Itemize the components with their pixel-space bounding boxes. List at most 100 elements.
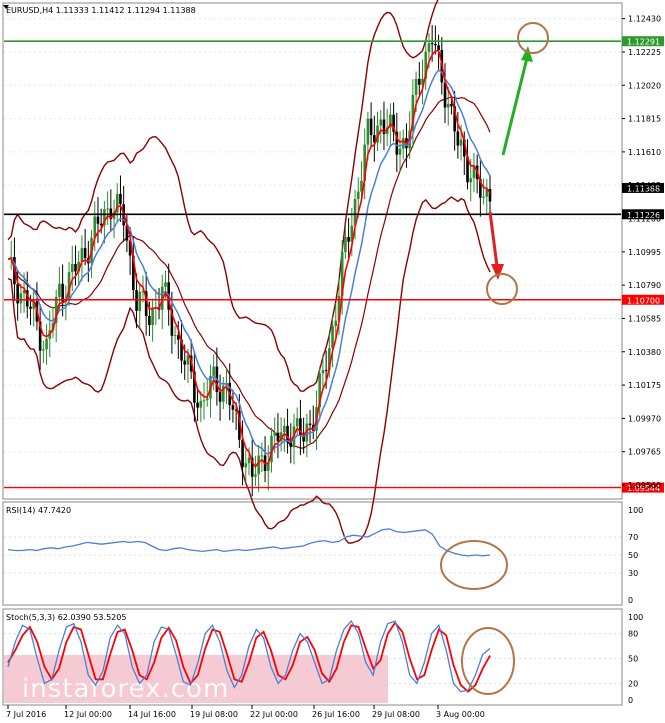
stoch-tick-label: 0 bbox=[628, 696, 633, 705]
time-tick-label: 22 Jul 00:00 bbox=[250, 710, 298, 719]
stoch-tick-label: 80 bbox=[628, 630, 638, 639]
candle-body bbox=[205, 398, 209, 401]
candle-body bbox=[456, 131, 460, 146]
candle-body bbox=[446, 103, 450, 108]
candle-body bbox=[324, 370, 328, 372]
price-tick-label: 1.09970 bbox=[628, 414, 661, 423]
price-axis: 1.12430 1.12225 1.12020 1.11815 1.11610 1.114… bbox=[622, 15, 661, 490]
candle-body bbox=[459, 139, 463, 146]
candle-body bbox=[430, 43, 434, 45]
candle-body bbox=[148, 316, 151, 326]
candle-body bbox=[469, 178, 473, 183]
candle-body bbox=[138, 291, 142, 312]
candle-body bbox=[70, 263, 74, 273]
candle-body bbox=[196, 402, 199, 408]
candle-body bbox=[308, 423, 312, 425]
candle-body bbox=[286, 425, 289, 443]
price-tick-label: 1.10175 bbox=[628, 381, 661, 390]
candle-body bbox=[369, 118, 373, 136]
candle-body bbox=[29, 306, 32, 309]
candle-body bbox=[173, 335, 177, 337]
candle-body bbox=[164, 282, 167, 287]
candle-body bbox=[273, 432, 277, 436]
price-tick-label: 1.10585 bbox=[628, 314, 661, 323]
candle-body bbox=[482, 196, 485, 198]
candle-body bbox=[260, 455, 264, 457]
candle-body bbox=[257, 455, 260, 475]
candle-body bbox=[434, 44, 437, 46]
price-tick-label: 1.11405 bbox=[628, 181, 661, 190]
candle-body bbox=[45, 338, 48, 350]
candle-body bbox=[106, 208, 109, 210]
candle-body bbox=[61, 283, 64, 302]
candle-body bbox=[289, 442, 293, 447]
level-label-resistance: 1.12291 bbox=[627, 38, 660, 47]
candle-body bbox=[356, 191, 360, 200]
candle-body bbox=[218, 391, 222, 402]
candle-body bbox=[244, 463, 248, 468]
candle-body bbox=[247, 457, 251, 464]
rsi-tick-label: 50 bbox=[628, 551, 638, 560]
candle-body bbox=[83, 248, 87, 259]
level-label-support1: 1.10700 bbox=[627, 296, 660, 305]
time-tick-label: 12 Jul 00:00 bbox=[64, 710, 112, 719]
candle-body bbox=[276, 432, 280, 442]
candle-body bbox=[398, 148, 402, 155]
candle-body bbox=[93, 216, 97, 238]
rsi-tick-label: 0 bbox=[628, 596, 633, 605]
rsi-tick-label: 70 bbox=[628, 533, 638, 542]
candle-body bbox=[96, 216, 100, 224]
candle-body bbox=[16, 284, 19, 304]
price-tick-label: 1.12020 bbox=[628, 81, 661, 90]
candle-body bbox=[443, 82, 447, 108]
price-tick-label: 1.11610 bbox=[628, 148, 661, 157]
price-tick-label: 1.10380 bbox=[628, 348, 661, 357]
candle-body bbox=[450, 103, 453, 107]
candle-body bbox=[366, 118, 370, 145]
chart-window[interactable]: instaforex.com 1.122911.107001.095441.11… bbox=[0, 0, 665, 723]
candle-body bbox=[427, 43, 431, 52]
candle-body bbox=[347, 236, 350, 242]
candle-body bbox=[401, 138, 405, 149]
candle-body bbox=[183, 360, 187, 365]
price-tick-label: 1.11200 bbox=[628, 215, 661, 224]
candle-body bbox=[202, 400, 206, 402]
candle-body bbox=[295, 418, 299, 427]
price-tick-label: 1.12225 bbox=[628, 48, 661, 57]
rsi-tick-label: 30 bbox=[628, 569, 638, 578]
candle-body bbox=[212, 366, 215, 376]
price-tick-label: 1.09765 bbox=[628, 448, 661, 457]
stoch-tick-label: 20 bbox=[628, 679, 638, 688]
symbol-header: EURUSD,H4 1.11333 1.11412 1.11294 1.1138… bbox=[6, 6, 196, 15]
candle-body bbox=[241, 439, 244, 468]
stoch-tick-label: 100 bbox=[628, 613, 643, 622]
candle-body bbox=[74, 263, 77, 272]
price-tick-label: 1.11815 bbox=[628, 115, 661, 124]
candle-body bbox=[344, 236, 347, 253]
candle-body bbox=[199, 400, 203, 408]
price-tick-label: 1.10790 bbox=[628, 281, 661, 290]
candle-body bbox=[58, 283, 61, 297]
time-tick-label: 3 Aug 00:00 bbox=[436, 710, 485, 719]
time-tick-label: 19 Jul 08:00 bbox=[190, 710, 238, 719]
price-tick-label: 1.10995 bbox=[628, 248, 661, 257]
candle-body bbox=[379, 119, 383, 126]
stoch-header: Stoch(5,3,3) 62.0390 53.5205 bbox=[6, 613, 126, 622]
price-tick-label: 1.12430 bbox=[628, 15, 661, 24]
time-tick-label: 7 Jul 2016 bbox=[6, 710, 46, 719]
candle-body bbox=[119, 194, 122, 205]
candle-body bbox=[231, 405, 235, 410]
candle-body bbox=[334, 320, 338, 327]
candle-body bbox=[135, 290, 138, 312]
time-tick-label: 26 Jul 16:00 bbox=[312, 710, 360, 719]
candle-body bbox=[151, 307, 154, 326]
stoch-tick-label: 50 bbox=[628, 655, 638, 664]
candle-body bbox=[42, 349, 45, 351]
time-tick-label: 29 Jul 08:00 bbox=[372, 710, 420, 719]
candle-body bbox=[414, 78, 418, 95]
rsi-tick-label: 100 bbox=[628, 506, 643, 515]
candle-body bbox=[283, 425, 286, 433]
candle-body bbox=[437, 45, 440, 50]
rsi-header: RSI(14) 47.7420 bbox=[6, 506, 71, 515]
candle-body bbox=[321, 370, 325, 374]
